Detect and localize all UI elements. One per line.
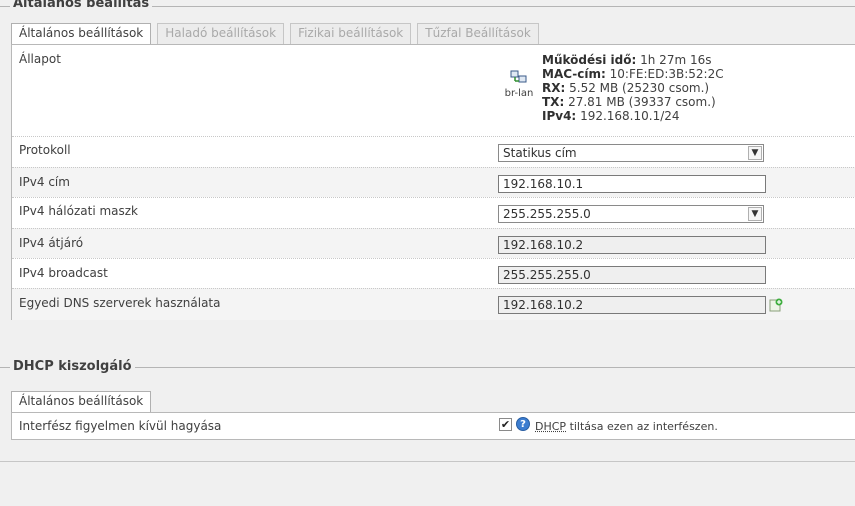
tab-general-settings[interactable]: Általános beállítások — [11, 23, 152, 45]
protocol-row: Protokoll Statikus cím ▼ — [12, 136, 855, 167]
tab-physical-settings[interactable]: Fizikai beállítások — [290, 23, 412, 44]
interface-badge: br-lan — [504, 69, 534, 99]
chevron-down-icon: ▼ — [748, 146, 762, 160]
dhcp-tab-bar: Általános beállítások — [11, 391, 152, 413]
ipv4-netmask-label: IPv4 hálózati maszk — [19, 204, 139, 218]
ipv4-address-row: IPv4 cím — [12, 167, 855, 197]
network-interface-icon — [510, 70, 527, 83]
status-row: Állapot br-lan Működési idő: 1h 27m 16s … — [12, 45, 855, 136]
rx-value: 5.52 MB (25230 csom.) — [569, 81, 710, 95]
tx-label: TX: — [542, 95, 565, 109]
ignore-interface-row: Interfész figyelmen kívül hagyása ✔ ? DH… — [12, 413, 855, 439]
dhcp-section-title: DHCP kiszolgáló — [10, 359, 135, 374]
chevron-down-icon: ▼ — [748, 207, 762, 221]
dhcp-abbr: DHCP — [535, 420, 567, 433]
ignore-interface-checkbox[interactable]: ✔ — [499, 418, 512, 431]
ignore-interface-desc-text: tiltása ezen az interfészen. — [569, 420, 718, 433]
ignore-interface-label: Interfész figyelmen kívül hagyása — [19, 419, 222, 433]
status-info: Működési idő: 1h 27m 16s MAC-cím: 10:FE:… — [542, 53, 724, 123]
tab-firewall-settings[interactable]: Tűzfal Beállítások — [417, 23, 539, 44]
ipv4-gateway-row: IPv4 átjáró — [12, 228, 855, 258]
custom-dns-label: Egyedi DNS szerverek használata — [19, 296, 221, 310]
dhcp-settings-panel: Interfész figyelmen kívül hagyása ✔ ? DH… — [11, 412, 855, 440]
protocol-label: Protokoll — [19, 143, 71, 157]
status-label: Állapot — [19, 52, 61, 66]
interface-name: br-lan — [504, 88, 534, 99]
ipv4-broadcast-label: IPv4 broadcast — [19, 266, 108, 280]
ipv4-address-label: IPv4 cím — [19, 175, 70, 189]
ipv4-status-value: 192.168.10.1/24 — [580, 109, 680, 123]
ipv4-netmask-row: IPv4 hálózati maszk 255.255.255.0 ▼ — [12, 197, 855, 228]
ignore-interface-description: DHCP tiltása ezen az interfészen. — [535, 420, 718, 433]
custom-dns-row: Egyedi DNS szerverek használata — [12, 288, 855, 320]
custom-dns-input[interactable] — [498, 296, 766, 314]
ipv4-address-input[interactable] — [498, 175, 766, 193]
protocol-select[interactable]: Statikus cím ▼ — [498, 144, 764, 162]
general-section-title: Általános beállítás — [10, 0, 153, 11]
rx-label: RX: — [542, 81, 566, 95]
ipv4-gateway-input[interactable] — [498, 236, 766, 254]
add-entry-icon[interactable] — [769, 298, 783, 312]
uptime-label: Működési idő: — [542, 53, 637, 67]
ipv4-netmask-select[interactable]: 255.255.255.0 ▼ — [498, 205, 764, 223]
tx-value: 27.81 MB (39337 csom.) — [568, 95, 716, 109]
mac-label: MAC-cím: — [542, 67, 606, 81]
section-divider — [0, 461, 855, 462]
tab-dhcp-general-settings[interactable]: Általános beállítások — [11, 391, 152, 413]
mac-value: 10:FE:ED:3B:52:2C — [609, 67, 724, 81]
general-settings-panel: Állapot br-lan Működési idő: 1h 27m 16s … — [11, 44, 855, 320]
general-tab-bar: Általános beállítások Haladó beállítások… — [11, 23, 539, 45]
ipv4-status-label: IPv4: — [542, 109, 577, 123]
ipv4-gateway-label: IPv4 átjáró — [19, 236, 84, 250]
ipv4-broadcast-row: IPv4 broadcast — [12, 258, 855, 288]
protocol-select-value: Statikus cím — [503, 146, 577, 160]
ipv4-netmask-select-value: 255.255.255.0 — [503, 207, 591, 221]
tab-advanced-settings[interactable]: Haladó beállítások — [157, 23, 285, 44]
ipv4-broadcast-input[interactable] — [498, 266, 766, 284]
uptime-value: 1h 27m 16s — [640, 53, 712, 67]
help-icon[interactable]: ? — [516, 417, 530, 431]
